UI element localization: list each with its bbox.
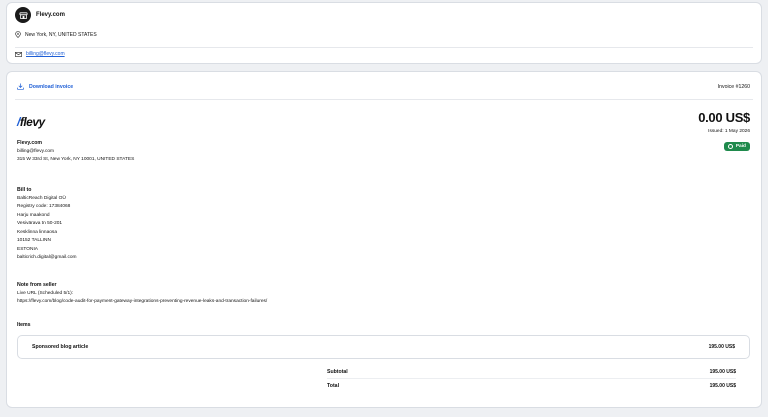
invoice-amount: 0.00 US$ bbox=[698, 110, 750, 125]
note-line: https://flevy.com/blog/code-audit-for-pa… bbox=[17, 299, 268, 304]
bill-to-line: Harju maakond bbox=[17, 212, 50, 218]
bill-to-heading: Bill to bbox=[17, 187, 32, 193]
seller-info-email: billing@flevy.com bbox=[17, 148, 55, 154]
bill-to: Bill to BalticReach Digital OÜ Registry … bbox=[17, 186, 77, 263]
total-value: 195.00 US$ bbox=[709, 383, 736, 389]
bill-to-line: Registry code: 17384068 bbox=[17, 204, 71, 209]
bill-to-line: BalticReach Digital OÜ bbox=[17, 195, 66, 201]
status-label: Paid bbox=[735, 144, 746, 149]
subtotal-label: Subtotal bbox=[327, 369, 348, 375]
location-text: New York, NY, UNITED STATES bbox=[25, 31, 97, 38]
download-invoice-button[interactable]: Download invoice bbox=[17, 83, 73, 90]
items-table: Sponsored blog article 195.00 US$ bbox=[17, 335, 750, 359]
note-heading: Note from seller bbox=[17, 282, 57, 288]
store-icon bbox=[15, 7, 31, 23]
bill-to-line: ESTONIA bbox=[17, 246, 38, 252]
seller-email-link[interactable]: billing@flevy.com bbox=[26, 51, 65, 57]
seller-name: Flevy.com bbox=[36, 12, 65, 18]
seller-card: Flevy.com New York, NY, UNITED STATES bi… bbox=[6, 2, 762, 64]
item-name: Sponsored blog article bbox=[32, 344, 89, 350]
brand-logo: /flevy bbox=[17, 115, 45, 129]
bill-to-line: Vesivärava tn 50-201 bbox=[17, 221, 63, 226]
divider bbox=[327, 378, 736, 379]
seller-location: New York, NY, UNITED STATES bbox=[15, 31, 97, 38]
bill-to-line: 10152 TALLINN bbox=[17, 238, 51, 243]
seller-info-address: 315 W 33rd St, New York, NY 10001, UNITE… bbox=[17, 157, 135, 162]
total-label: Total bbox=[327, 383, 340, 389]
seller-note: Note from seller Live URL (Scheduled 5/1… bbox=[17, 281, 267, 307]
invoice-card: Download invoice Invoice #1260 /flevy 0.… bbox=[6, 71, 762, 408]
subtotal-value: 195.00 US$ bbox=[709, 369, 736, 375]
divider bbox=[15, 99, 753, 100]
item-price: 195.00 US$ bbox=[708, 344, 735, 350]
download-icon bbox=[17, 83, 24, 90]
bill-to-line: Kesklinna linnaosa bbox=[17, 229, 58, 235]
seller-info: Flevy.com billing@flevy.com 315 W 33rd S… bbox=[17, 139, 134, 165]
seller-header: Flevy.com bbox=[15, 7, 65, 23]
items-heading: Items bbox=[17, 322, 31, 328]
divider bbox=[15, 47, 753, 48]
status-badge: Paid bbox=[723, 142, 750, 151]
note-line: Live URL (Scheduled 5/1): bbox=[17, 290, 74, 296]
bill-to-line: balticrich.digital@gmail.com bbox=[17, 255, 77, 260]
check-circle-icon bbox=[727, 144, 733, 149]
invoice-number: Invoice #1260 bbox=[717, 84, 750, 90]
seller-info-name: Flevy.com bbox=[17, 140, 42, 146]
download-invoice-label: Download invoice bbox=[29, 83, 74, 90]
mail-icon bbox=[15, 51, 22, 57]
location-pin-icon bbox=[15, 31, 21, 38]
issued-date: Issued: 1 May 2026 bbox=[708, 129, 750, 134]
seller-email-row: billing@flevy.com bbox=[15, 51, 65, 57]
